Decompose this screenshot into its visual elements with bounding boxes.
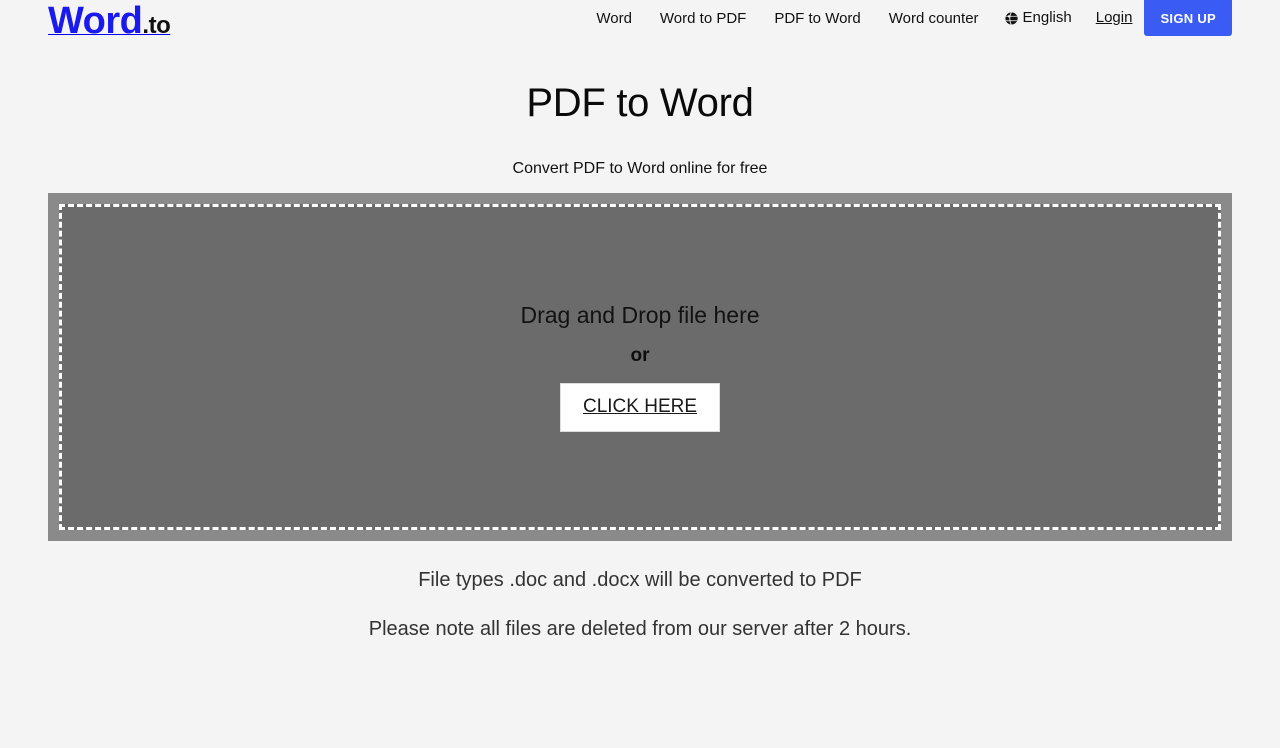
retention-note: Please note all files are deleted from o…	[368, 618, 912, 640]
logo-name: Word	[48, 0, 143, 42]
language-selector[interactable]: English	[993, 0, 1084, 35]
site-header: Word.to Word Word to PDF PDF to Word Wor…	[48, 0, 1232, 44]
drop-instruction: Drag and Drop file here	[520, 301, 760, 328]
logo-suffix: .to	[142, 12, 171, 39]
main-navigation: Word Word to PDF PDF to Word Word counte…	[582, 0, 1232, 38]
nav-item-word-counter[interactable]: Word counter	[875, 0, 993, 38]
site-logo[interactable]: Word.to	[48, 0, 171, 42]
page-root: Word.to Word Word to PDF PDF to Word Wor…	[0, 0, 1280, 748]
nav-item-pdf-to-word[interactable]: PDF to Word	[760, 0, 874, 38]
page-title: PDF to Word	[526, 81, 754, 125]
drop-or-separator: or	[630, 345, 650, 367]
nav-item-word[interactable]: Word	[582, 0, 646, 38]
language-label: English	[1022, 9, 1072, 26]
globe-icon	[1004, 12, 1018, 25]
signup-button[interactable]: SIGN UP	[1144, 0, 1232, 36]
file-types-note: File types .doc and .docx will be conver…	[418, 569, 862, 591]
nav-item-word-to-pdf[interactable]: Word to PDF	[646, 0, 760, 38]
file-dropzone-inner[interactable]: Drag and Drop file here or CLICK HERE	[59, 204, 1221, 530]
login-link[interactable]: Login	[1084, 0, 1145, 35]
page-subtitle: Convert PDF to Word online for free	[512, 160, 768, 177]
file-dropzone[interactable]: Drag and Drop file here or CLICK HERE	[48, 193, 1232, 541]
click-here-button[interactable]: CLICK HERE	[559, 383, 721, 433]
